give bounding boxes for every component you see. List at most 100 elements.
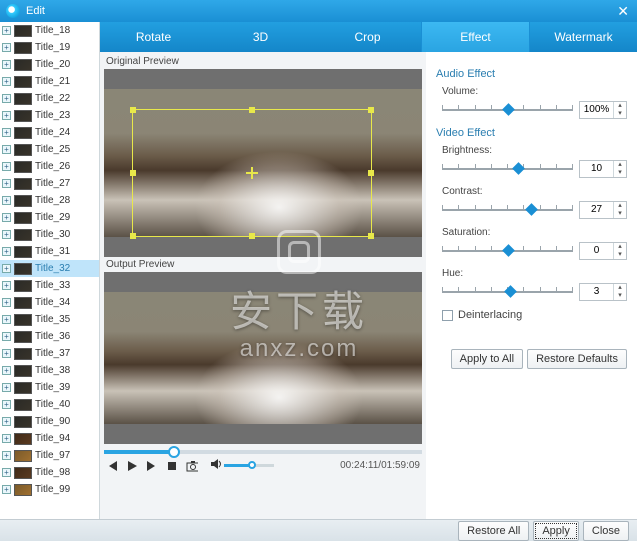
sidebar-item[interactable]: +Title_39: [0, 379, 99, 396]
expand-icon[interactable]: +: [2, 281, 11, 290]
expand-icon[interactable]: +: [2, 315, 11, 324]
title-thumbnail: [14, 467, 32, 479]
title-thumbnail: [14, 314, 32, 326]
sidebar-item[interactable]: +Title_35: [0, 311, 99, 328]
expand-icon[interactable]: +: [2, 451, 11, 460]
sidebar-item[interactable]: +Title_37: [0, 345, 99, 362]
expand-icon[interactable]: +: [2, 349, 11, 358]
tab-effect[interactable]: Effect: [421, 22, 530, 52]
tab-rotate[interactable]: Rotate: [100, 22, 207, 52]
sidebar-item[interactable]: +Title_32: [0, 260, 99, 277]
next-button[interactable]: [146, 460, 158, 472]
expand-icon[interactable]: +: [2, 26, 11, 35]
volume-icon[interactable]: [210, 458, 222, 473]
expand-icon[interactable]: +: [2, 230, 11, 239]
expand-icon[interactable]: +: [2, 145, 11, 154]
contrast-spinner[interactable]: 27▴▾: [579, 201, 627, 219]
title-thumbnail: [14, 246, 32, 258]
expand-icon[interactable]: +: [2, 179, 11, 188]
expand-icon[interactable]: +: [2, 247, 11, 256]
title-thumbnail: [14, 365, 32, 377]
brightness-slider[interactable]: [442, 162, 573, 176]
sidebar-item[interactable]: +Title_33: [0, 277, 99, 294]
expand-icon[interactable]: +: [2, 485, 11, 494]
sidebar-item[interactable]: +Title_26: [0, 158, 99, 175]
expand-icon[interactable]: +: [2, 213, 11, 222]
expand-icon[interactable]: +: [2, 332, 11, 341]
sidebar-item[interactable]: +Title_31: [0, 243, 99, 260]
sidebar-item[interactable]: +Title_98: [0, 464, 99, 481]
sidebar-item[interactable]: +Title_90: [0, 413, 99, 430]
tab-crop[interactable]: Crop: [314, 22, 421, 52]
restore-all-button[interactable]: Restore All: [458, 521, 529, 541]
play-button[interactable]: [126, 460, 138, 472]
sidebar-item[interactable]: +Title_38: [0, 362, 99, 379]
stop-button[interactable]: [166, 460, 178, 472]
expand-icon[interactable]: +: [2, 383, 11, 392]
expand-icon[interactable]: +: [2, 417, 11, 426]
volume-effect-slider[interactable]: [442, 103, 573, 117]
crop-box[interactable]: [132, 109, 372, 237]
restore-defaults-button[interactable]: Restore Defaults: [527, 349, 627, 369]
saturation-slider[interactable]: [442, 244, 573, 258]
sidebar-item[interactable]: +Title_99: [0, 481, 99, 498]
original-preview[interactable]: [104, 69, 422, 257]
expand-icon[interactable]: +: [2, 468, 11, 477]
spinner-up-icon: ▴: [614, 102, 626, 110]
expand-icon[interactable]: +: [2, 94, 11, 103]
sidebar-item[interactable]: +Title_94: [0, 430, 99, 447]
expand-icon[interactable]: +: [2, 43, 11, 52]
sidebar-item[interactable]: +Title_23: [0, 107, 99, 124]
expand-icon[interactable]: +: [2, 77, 11, 86]
audio-effect-header: Audio Effect: [436, 68, 627, 80]
sidebar-item[interactable]: +Title_18: [0, 22, 99, 39]
expand-icon[interactable]: +: [2, 111, 11, 120]
contrast-label: Contrast:: [442, 186, 627, 197]
volume-spinner[interactable]: 100%▴▾: [579, 101, 627, 119]
apply-button[interactable]: Apply: [533, 521, 579, 541]
apply-to-all-button[interactable]: Apply to All: [451, 349, 523, 369]
title-thumbnail: [14, 42, 32, 54]
sidebar-item[interactable]: +Title_22: [0, 90, 99, 107]
title-thumbnail: [14, 93, 32, 105]
sidebar-item[interactable]: +Title_27: [0, 175, 99, 192]
sidebar-item[interactable]: +Title_19: [0, 39, 99, 56]
saturation-spinner[interactable]: 0▴▾: [579, 242, 627, 260]
sidebar-item[interactable]: +Title_36: [0, 328, 99, 345]
prev-button[interactable]: [106, 460, 118, 472]
sidebar-item[interactable]: +Title_97: [0, 447, 99, 464]
brightness-spinner[interactable]: 10▴▾: [579, 160, 627, 178]
tab-3d[interactable]: 3D: [207, 22, 314, 52]
title-list-sidebar[interactable]: +Title_18+Title_19+Title_20+Title_21+Tit…: [0, 22, 100, 519]
expand-icon[interactable]: +: [2, 298, 11, 307]
close-button[interactable]: Close: [583, 521, 629, 541]
expand-icon[interactable]: +: [2, 196, 11, 205]
expand-icon[interactable]: +: [2, 434, 11, 443]
sidebar-item[interactable]: + Title_20: [0, 56, 99, 73]
expand-icon[interactable]: +: [2, 366, 11, 375]
expand-icon[interactable]: +: [2, 162, 11, 171]
tab-watermark[interactable]: Watermark: [530, 22, 637, 52]
expand-icon[interactable]: +: [2, 60, 11, 69]
deinterlacing-checkbox[interactable]: Deinterlacing: [442, 309, 627, 321]
sidebar-item[interactable]: +Title_30: [0, 226, 99, 243]
title-thumbnail: [14, 348, 32, 360]
sidebar-item[interactable]: +Title_34: [0, 294, 99, 311]
expand-icon[interactable]: +: [2, 128, 11, 137]
hue-spinner[interactable]: 3▴▾: [579, 283, 627, 301]
sidebar-item[interactable]: +Title_29: [0, 209, 99, 226]
volume-slider[interactable]: [224, 464, 274, 467]
sidebar-item[interactable]: +Title_24: [0, 124, 99, 141]
sidebar-item[interactable]: +Title_40: [0, 396, 99, 413]
snapshot-button[interactable]: [186, 460, 198, 472]
sidebar-item-label: Title_20: [35, 59, 70, 70]
expand-icon[interactable]: +: [2, 264, 11, 273]
sidebar-item[interactable]: +Title_25: [0, 141, 99, 158]
sidebar-item[interactable]: +Title_21: [0, 73, 99, 90]
contrast-slider[interactable]: [442, 203, 573, 217]
sidebar-item[interactable]: +Title_28: [0, 192, 99, 209]
close-icon[interactable]: ✕: [615, 3, 631, 20]
seek-slider[interactable]: [104, 450, 422, 454]
hue-slider[interactable]: [442, 285, 573, 299]
expand-icon[interactable]: +: [2, 400, 11, 409]
